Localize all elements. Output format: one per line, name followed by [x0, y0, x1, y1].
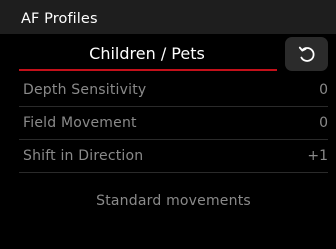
preset-label: Standard movements — [96, 193, 251, 209]
reset-button[interactable] — [285, 37, 328, 71]
reset-arrow-icon — [298, 46, 314, 62]
profile-underline — [19, 69, 277, 71]
header-bar: AF Profiles — [0, 0, 336, 34]
setting-row-field-movement[interactable]: Field Movement 0 — [19, 107, 328, 140]
af-profiles-screen: AF Profiles Children / Pets Depth Sensit… — [0, 0, 336, 249]
setting-label: Depth Sensitivity — [23, 82, 147, 98]
setting-label: Shift in Direction — [23, 148, 144, 164]
profile-name: Children / Pets — [89, 44, 205, 63]
setting-value: 0 — [319, 115, 328, 131]
page-title: AF Profiles — [21, 11, 98, 27]
setting-label: Field Movement — [23, 115, 137, 131]
setting-row-shift-in-direction[interactable]: Shift in Direction +1 — [19, 140, 328, 173]
settings-list: Depth Sensitivity 0 Field Movement 0 Shi… — [19, 74, 328, 173]
setting-value: +1 — [307, 148, 328, 164]
profile-selector[interactable]: Children / Pets — [19, 36, 279, 71]
setting-value: 0 — [319, 82, 328, 98]
setting-row-depth-sensitivity[interactable]: Depth Sensitivity 0 — [19, 74, 328, 107]
